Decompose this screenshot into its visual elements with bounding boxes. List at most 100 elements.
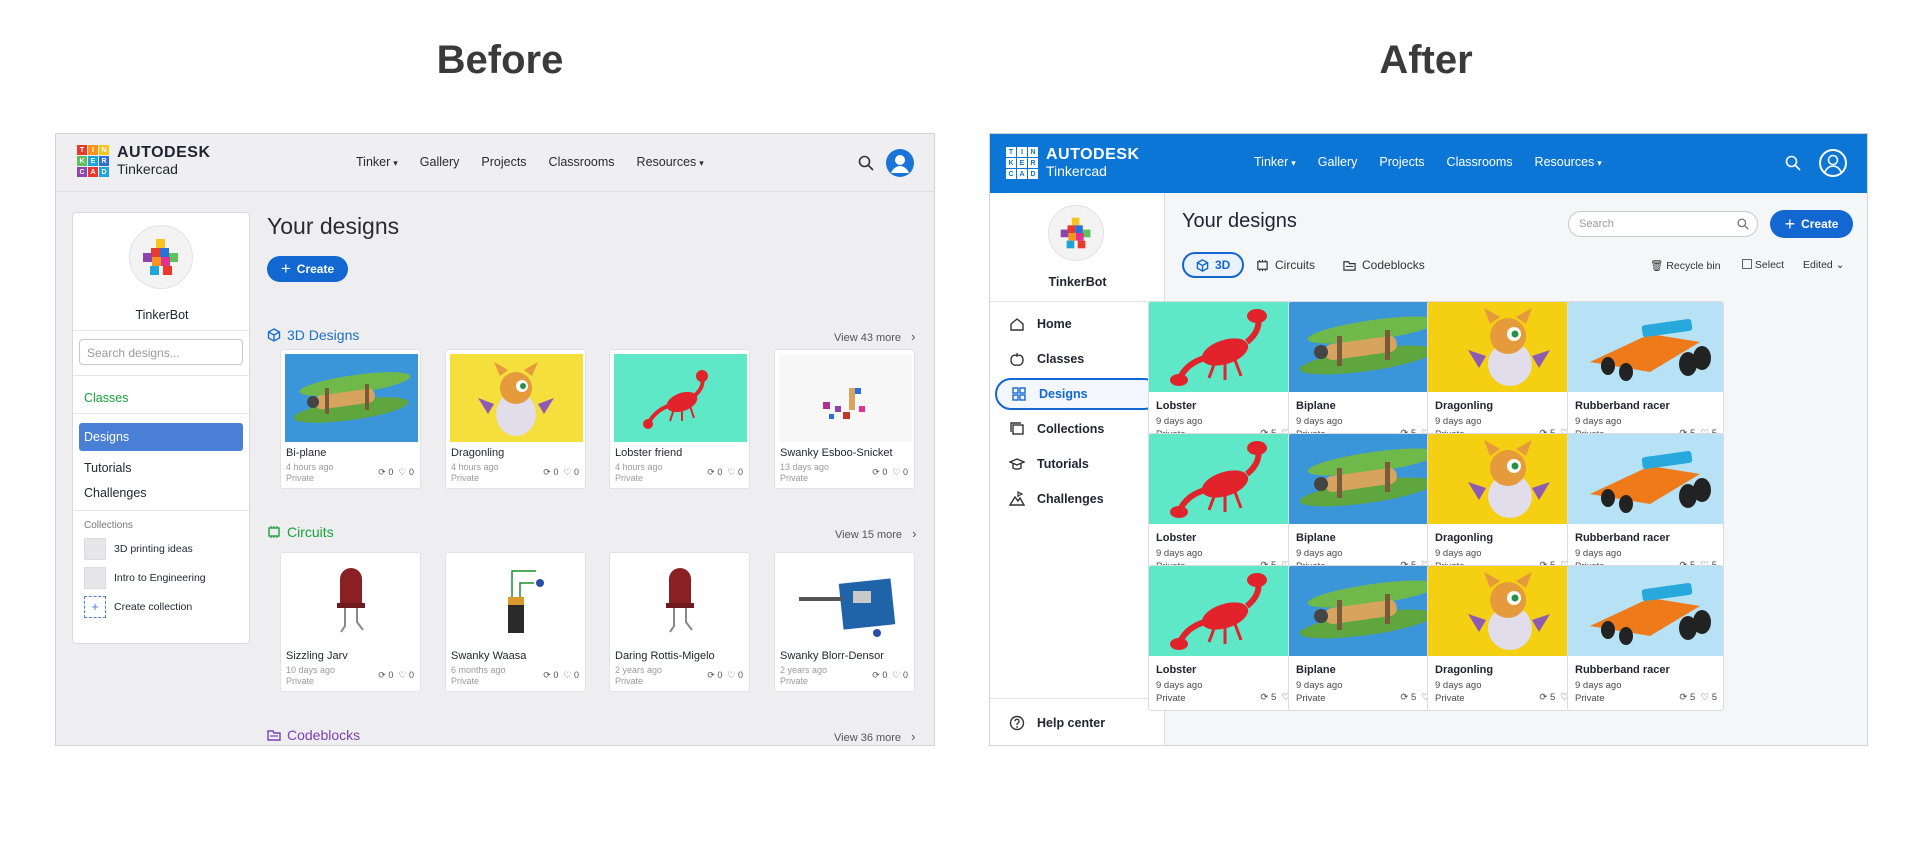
help-center-link[interactable]: Help center [995,707,1160,739]
divider [73,510,251,511]
card-title: Swanky Blorr-Densor [780,650,884,662]
design-card[interactable]: Dragonling9 days agoPrivate⟳ 5 ♡ 5 [1427,433,1584,579]
sidebar-item-classes[interactable]: Classes [995,343,1160,375]
design-card[interactable]: Swanky Waasa 6 months ago Private ⟳ 0 ♡ … [445,552,586,692]
section-circuits[interactable]: Circuits [267,524,334,540]
design-card[interactable]: Sizzling Jarv 10 days ago Private ⟳ 0 ♡ … [280,552,421,692]
tinkercad-logo[interactable]: T I N K E R C A D AUTODESK Tinkercad [1006,146,1140,180]
sidebar-item-collections[interactable]: Collections [995,413,1160,445]
plus-icon: + [1784,213,1796,234]
sidebar-item-challenges[interactable]: Challenges [995,483,1160,515]
card-time: 9 days ago [1296,548,1343,559]
tab-3d[interactable]: 3D [1182,252,1245,278]
card-title: Biplane [1296,664,1336,676]
tab-circuits[interactable]: Circuits [1244,252,1327,278]
design-card[interactable]: Lobster9 days agoPrivate⟳ 5 ♡ 5 [1148,565,1305,711]
card-privacy: Private [1575,693,1605,704]
avatar[interactable] [1819,149,1847,177]
design-card[interactable]: Lobster9 days agoPrivate⟳ 5 ♡ 5 [1148,301,1305,447]
section-codeblocks[interactable]: Codeblocks [267,727,360,743]
section-3d-designs[interactable]: 3D Designs [267,327,359,343]
search-input[interactable]: Search [1568,211,1758,237]
card-time: 4 hours ago [615,462,663,472]
biplane-image [1299,580,1439,639]
view-more-circuits[interactable]: View 15 more › [835,526,916,541]
lobster-image [1170,309,1267,386]
design-card[interactable]: Swanky Blorr-Densor 2 years ago Private … [774,552,915,692]
card-thumbnail [1289,434,1444,524]
nav-tinker[interactable]: Tinker ▾ [356,155,398,169]
design-card[interactable]: Dragonling 4 hours ago Private ⟳ 0 ♡ 0 [445,349,586,489]
design-card[interactable]: Dragonling9 days agoPrivate⟳ 5 ♡ 5 [1427,565,1584,711]
design-card[interactable]: Rubberband racer9 days agoPrivate⟳ 5 ♡ 5 [1567,433,1724,579]
sidebar-item-tutorials[interactable]: Tutorials [84,461,131,475]
card-title: Dragonling [1435,664,1494,676]
card-thumbnail [450,354,583,442]
design-card[interactable]: Rubberband racer9 days agoPrivate⟳ 5 ♡ 5 [1567,301,1724,447]
sidebar-item-challenges[interactable]: Challenges [84,486,147,500]
create-button[interactable]: + Create [267,256,348,282]
design-card[interactable]: Lobster friend 4 hours ago Private ⟳ 0 ♡… [609,349,750,489]
design-card[interactable]: Biplane9 days agoPrivate⟳ 5 ♡ 5 [1288,565,1445,711]
search-icon[interactable] [858,155,874,171]
card-title: Bi-plane [286,447,327,459]
nav-resources[interactable]: Resources ▾ [637,155,704,169]
design-card[interactable]: Bi-plane 4 hours ago Private ⟳ 0 ♡ 0 [280,349,421,489]
remix-icon: ⟳ [1679,692,1688,703]
sidebar-item-designs[interactable]: Designs [79,423,243,451]
sort-dropdown[interactable]: Edited ⌄ [1803,259,1845,271]
design-card[interactable]: Dragonling9 days agoPrivate⟳ 5 ♡ 5 [1427,301,1584,447]
design-card[interactable]: Biplane9 days agoPrivate⟳ 5 ♡ 5 [1288,433,1445,579]
logo-product: Tinkercad [1046,163,1107,180]
collection-item[interactable]: Intro to Engineering [84,567,206,589]
after-header: T I N K E R C A D AUTODESK Tinkercad Tin… [990,134,1867,193]
chevron-down-icon: ▾ [393,158,398,168]
profile-avatar[interactable] [129,225,193,289]
design-card[interactable]: Daring Rottis-Migelo 2 years ago Private… [609,552,750,692]
nav-gallery[interactable]: Gallery [1318,155,1358,169]
create-collection-button[interactable]: + Create collection [84,596,192,618]
sidebar-item-tutorials[interactable]: Tutorials [995,448,1160,480]
help-icon [1009,715,1025,731]
logo-brand: AUTODESK [117,144,211,162]
view-more-3d[interactable]: View 43 more › [834,329,915,344]
profile-avatar[interactable] [1048,205,1104,261]
nav-tinker[interactable]: Tinker ▾ [1254,155,1296,169]
create-button[interactable]: + Create [1770,210,1853,238]
search-input[interactable]: Search designs... [79,339,243,365]
top-nav: Tinker ▾ Gallery Projects Classrooms Reso… [356,155,704,169]
tinkercad-logo[interactable]: T I N K E R C A D AUTODESK Tinkercad [77,144,211,177]
nav-classrooms[interactable]: Classrooms [549,155,615,169]
sidebar-item-classes[interactable]: Classes [84,391,128,405]
card-time: 9 days ago [1575,680,1622,691]
design-card[interactable]: Rubberband racer9 days agoPrivate⟳ 5 ♡ 5 [1567,565,1724,711]
tab-codeblocks[interactable]: Codeblocks [1331,252,1437,278]
design-card[interactable]: Lobster9 days agoPrivate⟳ 5 ♡ 5 [1148,433,1305,579]
nav-projects[interactable]: Projects [481,155,526,169]
tinkerbot-image [1060,217,1092,249]
dragonling-image [1468,308,1550,386]
design-card[interactable]: Biplane9 days agoPrivate⟳ 5 ♡ 5 [1288,301,1445,447]
view-more-codeblocks[interactable]: View 36 more › [834,729,915,744]
card-thumbnail [1568,566,1723,656]
card-time: 4 hours ago [451,462,499,472]
nav-gallery[interactable]: Gallery [420,155,460,169]
sidebar-item-designs[interactable]: Designs [995,378,1160,410]
design-card[interactable]: Swanky Esboo-Snicket 13 days ago Private… [774,349,915,489]
collection-item[interactable]: 3D printing ideas [84,538,193,560]
nav-resources[interactable]: Resources ▾ [1535,155,1602,169]
card-time: 9 days ago [1296,680,1343,691]
logo-grid: T I N K E R C A D [77,145,109,177]
nav-classrooms[interactable]: Classrooms [1447,155,1513,169]
sidebar-item-home[interactable]: Home [995,308,1160,340]
recycle-bin-button[interactable]: 🗑 Recycle bin [1650,259,1721,272]
card-title: Dragonling [1435,400,1494,412]
page-title: Your designs [1182,210,1297,232]
card-stats: ⟳ 0 ♡ 0 [543,670,579,680]
nav-projects[interactable]: Projects [1379,155,1424,169]
select-checkbox[interactable]: Select [1742,259,1784,271]
avatar[interactable] [886,149,914,177]
search-icon[interactable] [1785,155,1801,171]
card-thumbnail [285,557,418,645]
card-stats: ⟳ 0 ♡ 0 [707,670,743,680]
